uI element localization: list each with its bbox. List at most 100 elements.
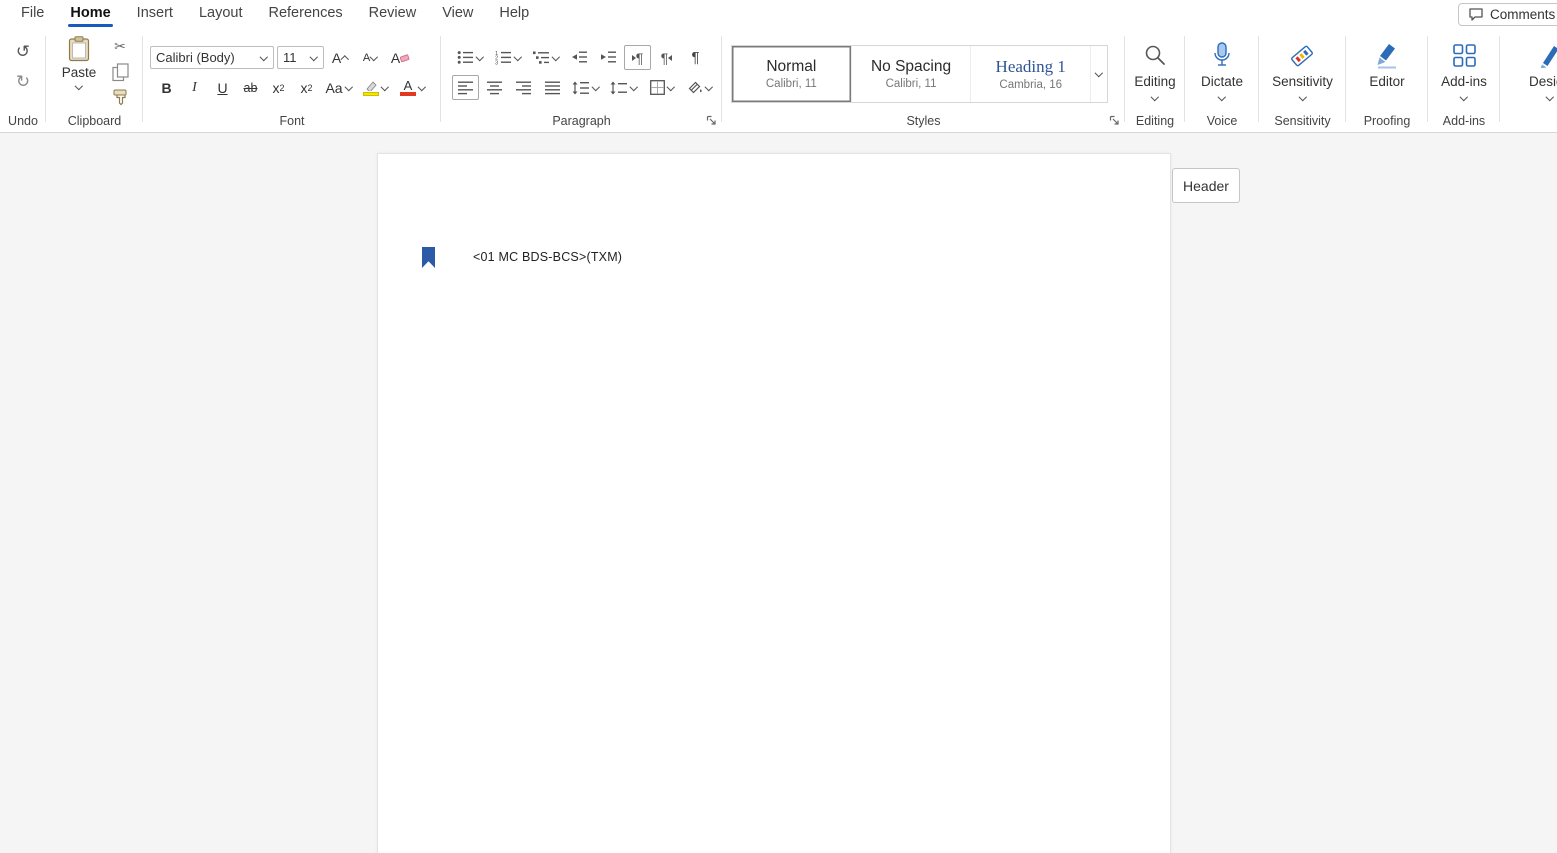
change-case-button[interactable]: Aa <box>321 75 357 100</box>
copy-button[interactable] <box>108 61 132 83</box>
style-heading-1[interactable]: Heading 1 Cambria, 16 <box>971 46 1092 102</box>
style-name: Heading 1 <box>995 57 1066 76</box>
menu-tab-view[interactable]: View <box>429 0 486 28</box>
shrink-font-button[interactable]: A <box>357 45 384 70</box>
proofing-group: Editor Proofing <box>1346 28 1428 132</box>
italic-button[interactable]: I <box>181 75 208 100</box>
font-color-icon: A <box>400 79 416 96</box>
designer-button-label: Design <box>1528 74 1557 89</box>
designer-button[interactable]: Design <box>1500 41 1557 102</box>
menu-tab-help[interactable]: Help <box>486 0 542 28</box>
editor-pen-icon <box>1375 41 1399 69</box>
superscript-button[interactable]: x2 <box>293 75 320 100</box>
chevron-down-icon <box>418 84 426 92</box>
chevron-down-icon <box>370 54 378 62</box>
sensitivity-button-label: Sensitivity <box>1272 74 1333 89</box>
chevron-down-icon <box>1299 94 1307 102</box>
align-center-button[interactable] <box>481 75 508 100</box>
superscript-digit: 2 <box>307 82 313 93</box>
chevron-down-icon <box>260 54 268 62</box>
chevron-down-icon <box>630 84 638 92</box>
editor-button[interactable]: Editor <box>1346 41 1428 89</box>
increase-indent-button[interactable] <box>595 45 622 70</box>
format-painter-button[interactable] <box>108 86 132 108</box>
editing-group-label: Editing <box>1135 114 1175 128</box>
undo-button[interactable]: ↺ <box>10 40 36 64</box>
ltr-text-direction-button[interactable]: ¶ <box>624 45 651 70</box>
chevron-down-icon <box>1218 94 1226 102</box>
letter-a: A <box>331 49 342 66</box>
chevron-down-icon <box>1151 94 1159 102</box>
clipboard-group: Paste ✂ Clipboard <box>46 28 143 132</box>
style-name: No Spacing <box>870 58 952 75</box>
multilevel-list-button[interactable] <box>528 45 564 70</box>
addins-button[interactable]: Add-ins <box>1428 41 1500 102</box>
chevron-down-icon <box>552 54 560 62</box>
document-text[interactable]: <01 MC BDS-BCS>(TXM) <box>473 250 622 264</box>
document-page[interactable]: <01 MC BDS-BCS>(TXM) <box>377 153 1171 853</box>
line-spacing-button[interactable] <box>568 75 604 100</box>
paragraph-group-label: Paragraph <box>552 114 611 128</box>
style-name: Normal <box>766 58 817 75</box>
styles-gallery: Normal Calibri, 11 No Spacing Calibri, 1… <box>731 45 1108 103</box>
editing-button[interactable]: Editing <box>1125 41 1185 102</box>
change-case-label: Aa <box>325 79 343 96</box>
chevron-down-icon <box>345 84 353 92</box>
dictate-button[interactable]: Dictate <box>1185 41 1259 102</box>
font-name-combobox[interactable]: Calibri (Body) <box>150 46 274 69</box>
numbering-button[interactable]: 123 <box>490 45 526 70</box>
addins-group: Add-ins Add-ins <box>1428 28 1500 132</box>
chevron-down-icon <box>476 54 484 62</box>
style-normal[interactable]: Normal Calibri, 11 <box>732 46 852 102</box>
paragraph-dialog-launcher[interactable] <box>706 115 717 126</box>
comments-button[interactable]: Comments <box>1458 3 1557 26</box>
style-no-spacing[interactable]: No Spacing Calibri, 11 <box>851 46 972 102</box>
eraser-icon <box>400 53 410 62</box>
paste-button[interactable]: Paste <box>56 36 102 91</box>
bold-button[interactable]: B <box>153 75 180 100</box>
borders-button[interactable] <box>644 75 680 100</box>
cut-button[interactable]: ✂ <box>108 36 132 58</box>
underline-button[interactable]: U <box>209 75 236 100</box>
paragraph-spacing-button[interactable] <box>606 75 642 100</box>
document-canvas[interactable]: <01 MC BDS-BCS>(TXM) Header <box>0 133 1557 853</box>
subscript-digit: 2 <box>279 82 285 93</box>
highlight-color-button[interactable] <box>358 75 394 100</box>
show-formatting-marks-button[interactable]: ¶ <box>682 45 709 70</box>
magnifier-icon <box>1143 41 1167 69</box>
addins-grid-icon <box>1452 41 1477 69</box>
menu-tab-insert[interactable]: Insert <box>124 0 186 28</box>
styles-more-button[interactable] <box>1091 46 1107 102</box>
grow-font-button[interactable]: A <box>327 45 354 70</box>
styles-dialog-launcher[interactable] <box>1109 115 1120 126</box>
proofing-group-label: Proofing <box>1363 114 1411 128</box>
shading-button[interactable] <box>682 75 718 100</box>
rtl-text-direction-button[interactable]: ¶ <box>653 45 680 70</box>
paste-label: Paste <box>61 65 97 80</box>
sensitivity-group-label: Sensitivity <box>1274 114 1331 128</box>
menu-tab-file[interactable]: File <box>8 0 57 28</box>
sensitivity-group: Sensitivity Sensitivity <box>1259 28 1346 132</box>
decrease-indent-button[interactable] <box>566 45 593 70</box>
font-color-button[interactable]: A <box>395 75 431 100</box>
menu-tab-references[interactable]: References <box>255 0 355 28</box>
paragraph-spacing-icon <box>610 81 627 94</box>
redo-button[interactable]: ↻ <box>10 70 36 94</box>
align-right-button[interactable] <box>510 75 537 100</box>
menu-tab-review[interactable]: Review <box>356 0 430 28</box>
clear-formatting-button[interactable]: A <box>387 45 414 70</box>
font-size-combobox[interactable]: 11 <box>277 46 324 69</box>
header-button[interactable]: Header <box>1172 168 1240 203</box>
justify-button[interactable] <box>539 75 566 100</box>
ribbon: ↺ ↻ Undo Paste ✂ Clipboard Calibri (Body… <box>0 28 1557 133</box>
strikethrough-button[interactable]: ab <box>237 75 264 100</box>
menu-tab-layout[interactable]: Layout <box>186 0 256 28</box>
bullets-button[interactable] <box>452 45 488 70</box>
align-left-button[interactable] <box>452 75 479 100</box>
style-detail: Calibri, 11 <box>885 78 937 90</box>
sensitivity-button[interactable]: Sensitivity <box>1259 41 1346 102</box>
style-detail: Calibri, 11 <box>765 78 817 90</box>
subscript-button[interactable]: x2 <box>265 75 292 100</box>
copy-icon <box>111 62 129 81</box>
menu-tab-home[interactable]: Home <box>57 0 123 28</box>
